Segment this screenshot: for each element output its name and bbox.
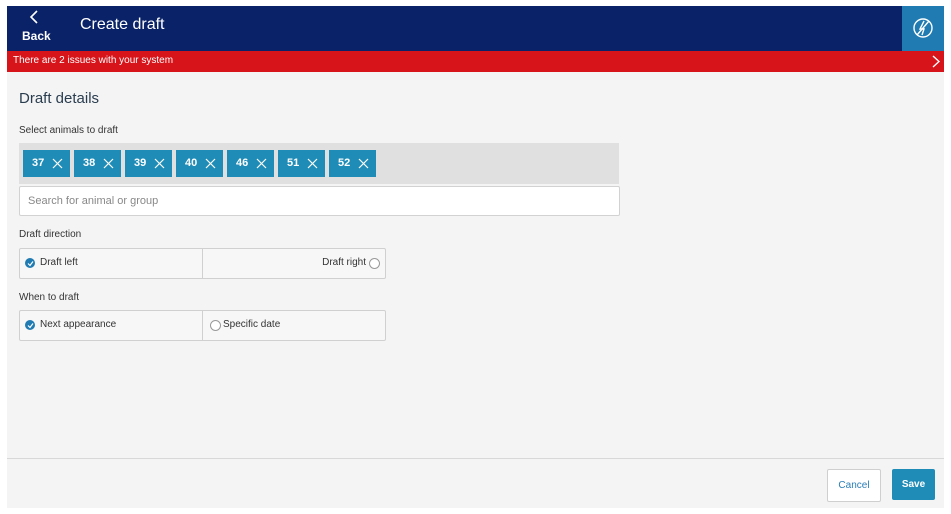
animal-chip[interactable]: 52: [329, 150, 376, 177]
header-bar: Back Create draft: [7, 6, 944, 51]
chip-label: 51: [287, 157, 300, 169]
chip-label: 37: [32, 157, 45, 169]
option-label: Specific date: [223, 319, 281, 330]
save-button[interactable]: Save: [892, 469, 935, 500]
close-icon[interactable]: [256, 158, 267, 169]
chip-label: 39: [134, 157, 147, 169]
app-window: Back Create draft There are 2 issues wit…: [7, 6, 944, 508]
draft-right-option[interactable]: Draft right: [203, 249, 385, 278]
animal-search-input[interactable]: [20, 187, 613, 215]
checkmark-icon: [25, 258, 35, 268]
close-icon[interactable]: [205, 158, 216, 169]
close-icon[interactable]: [358, 158, 369, 169]
direction-label: Draft direction: [19, 229, 82, 240]
close-icon[interactable]: [103, 158, 114, 169]
chevron-right-icon: [932, 55, 940, 68]
chip-label: 38: [83, 157, 96, 169]
draft-direction-toggle: Draft left Draft right: [19, 248, 386, 279]
system-issues-banner[interactable]: There are 2 issues with your system: [7, 51, 944, 72]
close-icon[interactable]: [52, 158, 63, 169]
selected-animals-box: 37 38 39 40 46 51 52: [19, 143, 619, 184]
chip-label: 46: [236, 157, 249, 169]
option-label: Draft right: [322, 257, 366, 268]
next-appearance-option[interactable]: Next appearance: [20, 311, 203, 340]
option-label: Draft left: [40, 257, 78, 268]
chip-label: 40: [185, 157, 198, 169]
animal-chip[interactable]: 46: [227, 150, 274, 177]
animal-chip[interactable]: 51: [278, 150, 325, 177]
draft-left-option[interactable]: Draft left: [20, 249, 203, 278]
when-to-draft-toggle: Next appearance Specific date: [19, 310, 386, 341]
chevron-left-icon: [29, 10, 38, 24]
page-title: Create draft: [80, 16, 165, 33]
footer-divider: [7, 458, 944, 459]
when-label: When to draft: [19, 292, 80, 303]
animal-chip[interactable]: 38: [74, 150, 121, 177]
checkmark-icon: [25, 320, 35, 330]
alert-text: There are 2 issues with your system: [13, 55, 174, 66]
lightning-slash-icon: [913, 18, 933, 38]
close-icon[interactable]: [307, 158, 318, 169]
specific-date-option[interactable]: Specific date: [203, 311, 385, 340]
section-title: Draft details: [19, 90, 100, 107]
cancel-button[interactable]: Cancel: [827, 469, 881, 502]
close-icon[interactable]: [154, 158, 165, 169]
option-label: Next appearance: [40, 319, 117, 330]
radio-icon[interactable]: [210, 320, 221, 331]
animal-chip[interactable]: 39: [125, 150, 172, 177]
animals-label: Select animals to draft: [19, 125, 118, 136]
back-label: Back: [22, 29, 51, 43]
chip-label: 52: [338, 157, 351, 169]
back-button[interactable]: Back: [17, 6, 67, 51]
animal-chip[interactable]: 37: [23, 150, 70, 177]
system-status-button[interactable]: [902, 6, 944, 51]
radio-icon[interactable]: [369, 258, 380, 269]
animal-chip[interactable]: 40: [176, 150, 223, 177]
animal-search-box: [19, 186, 620, 216]
